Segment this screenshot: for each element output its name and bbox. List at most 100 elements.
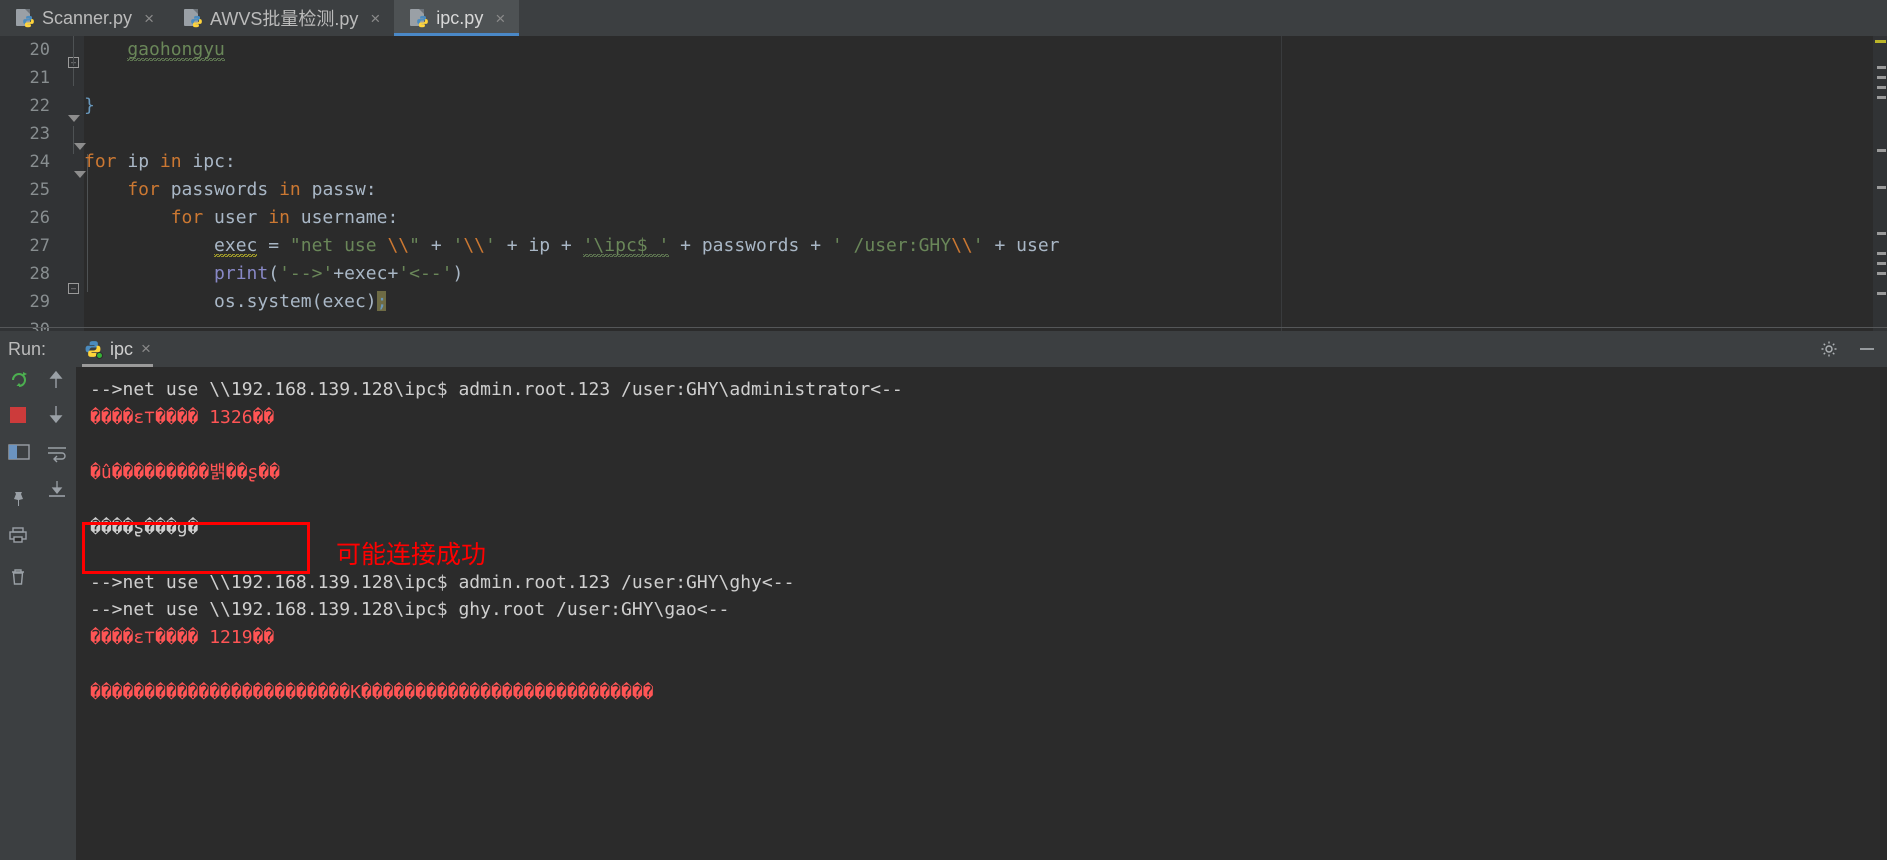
code-string-close: " [409, 235, 420, 256]
console-output[interactable]: -->net use \\192.168.139.128\ipc$ admin.… [76, 367, 1887, 860]
code-token-print: print [214, 263, 269, 284]
arrow-down-icon[interactable] [46, 403, 68, 425]
code-editor[interactable]: 20 21 22 23 24 25 26 27 28 29 30 – – gao [0, 36, 1887, 340]
code-token-exec: exec [344, 263, 388, 284]
console-line: ������������������������K���������������… [90, 681, 654, 703]
change-marker[interactable] [1877, 252, 1886, 255]
arrow-up-icon[interactable] [46, 369, 68, 391]
printer-icon[interactable] [8, 525, 30, 547]
code-escape: \\ [951, 235, 973, 256]
editor-tab-ipc[interactable]: ipc.py × [394, 0, 520, 36]
editor-markers-scrollbar[interactable] [1873, 36, 1887, 331]
line-number: 21 [29, 68, 50, 88]
code-punct-dot: . [235, 291, 247, 312]
code-line-24: for ip in ipc: [84, 148, 1887, 176]
python-file-icon [410, 9, 429, 28]
change-marker[interactable] [1877, 86, 1886, 89]
fold-marker-29[interactable]: – [68, 283, 79, 294]
code-line-27: exec = "net use \\" + '\\' + ip + '\ipc$… [84, 232, 1887, 260]
code-token-exec: exec [322, 291, 366, 312]
pycharm-window: Scanner.py × AWVS批量检测.py × ipc.py × 20 2… [0, 0, 1887, 860]
editor-tab-bar: Scanner.py × AWVS批量检测.py × ipc.py × [0, 0, 1887, 36]
close-icon[interactable]: × [370, 10, 380, 27]
close-icon[interactable]: × [144, 10, 154, 27]
change-marker[interactable] [1877, 66, 1886, 69]
code-token-brace: } [84, 95, 95, 116]
line-number: 23 [29, 124, 50, 144]
annotation-text: 可能连接成功 [336, 540, 487, 569]
console-line: -->net use \\192.168.139.128\ipc$ admin.… [90, 379, 903, 400]
change-marker[interactable] [1877, 76, 1886, 79]
editor-tab-label: ipc.py [436, 7, 484, 28]
rerun-icon[interactable] [8, 369, 30, 391]
code-string-open: ' [452, 235, 464, 256]
code-paren-close: ) [452, 263, 464, 284]
change-marker[interactable] [1877, 262, 1886, 265]
trash-icon[interactable] [8, 567, 30, 589]
code-string-close: ' [485, 235, 496, 256]
editor-tab-label: AWVS批量检测.py [210, 9, 359, 29]
code-punct-semicolon: ; [376, 291, 388, 312]
code-operator-plus: + [550, 235, 583, 256]
editor-tab-awvs-batch[interactable]: AWVS批量检测.py × [168, 0, 394, 36]
warning-marker[interactable] [1875, 40, 1886, 43]
editor-tab-scanner[interactable]: Scanner.py × [0, 0, 168, 36]
layout-icon[interactable] [8, 443, 30, 465]
code-token-gaohongyu: gaohongyu [127, 39, 225, 63]
change-marker[interactable] [1877, 292, 1886, 295]
change-marker[interactable] [1877, 186, 1886, 189]
editor-run-divider[interactable] [0, 327, 1887, 328]
keyword-for: for [127, 179, 160, 200]
code-operator-plus: + [333, 263, 345, 284]
fold-marker-24[interactable] [68, 115, 80, 122]
fold-guide-line [73, 36, 74, 66]
run-tool-window: Run: ipc × -->net use \\192.168.139.128\… [0, 331, 1887, 860]
code-token-os: os [214, 291, 236, 312]
code-paren-close: ) [365, 291, 377, 312]
close-icon[interactable]: × [141, 339, 151, 359]
change-marker[interactable] [1877, 272, 1886, 275]
run-tab-ipc[interactable]: ipc × [74, 335, 161, 367]
line-number-gutter: 20 21 22 23 24 25 26 27 28 29 30 [0, 36, 60, 340]
run-tab-label: ipc [110, 338, 134, 359]
wrap-icon[interactable] [46, 443, 68, 465]
minus-icon[interactable] [1857, 339, 1877, 359]
code-token-ip: ip [116, 151, 160, 172]
change-marker[interactable] [1877, 96, 1886, 99]
close-icon[interactable]: × [495, 10, 505, 27]
code-token-equals: = [257, 235, 290, 256]
code-token-passwords: passwords [701, 235, 800, 256]
code-operator-plus: + [419, 235, 453, 256]
code-token-user: user [1016, 235, 1060, 256]
code-string-arrow-end: '<--' [398, 263, 453, 284]
python-run-icon [84, 340, 104, 359]
pin-icon[interactable] [8, 489, 30, 511]
python-file-icon [16, 9, 34, 28]
code-line-25: for passwords in passw: [84, 176, 1887, 204]
code-line-28: print('-->'+exec+'<--') [84, 260, 1887, 288]
code-folding-gutter[interactable]: – – [60, 36, 86, 331]
running-indicator-icon [96, 352, 104, 359]
line-number: 24 [29, 152, 50, 172]
code-string-ipc-share: '\ipc$ ' [582, 235, 670, 259]
line-number: 29 [29, 292, 50, 312]
line-number: 20 [29, 40, 50, 60]
code-text-area[interactable]: gaohongyu } for ip in ipc: for passwords… [84, 36, 1887, 331]
code-line-20: gaohongyu [84, 36, 1887, 64]
stop-square-icon[interactable] [8, 405, 30, 427]
scroll-end-icon[interactable] [46, 479, 68, 501]
code-operator-plus: + [983, 235, 1017, 256]
console-line: ����ε⊤���� 1326�� [90, 406, 275, 428]
line-number: 28 [29, 264, 50, 284]
code-line-26: for user in username: [84, 204, 1887, 232]
change-marker[interactable] [1877, 232, 1886, 235]
gear-icon[interactable] [1819, 339, 1839, 359]
code-line-22: } [84, 92, 1887, 120]
line-number: 27 [29, 236, 50, 256]
change-marker[interactable] [1877, 149, 1886, 152]
